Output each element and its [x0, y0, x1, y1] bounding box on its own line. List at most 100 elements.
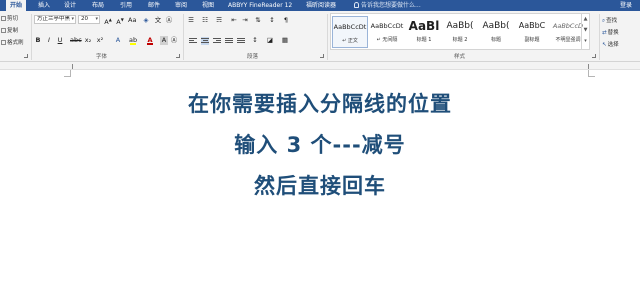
gallery-more-icon[interactable]: ▾ — [582, 36, 589, 47]
gallery-scroll[interactable]: ▲ ▼ ▾ — [581, 14, 589, 49]
copy-button[interactable]: 复制 — [1, 26, 18, 34]
font-dialog-launcher[interactable] — [176, 54, 180, 58]
character-shading-button[interactable]: A — [160, 36, 168, 45]
chinese-layout-button[interactable]: ⇅ — [254, 16, 262, 25]
paragraph-group-label: 段落 — [247, 54, 259, 60]
tab-foxit[interactable]: 福昕阅读器 — [304, 0, 338, 11]
text-effects-button[interactable]: A — [114, 36, 122, 45]
align-left-button[interactable] — [189, 37, 197, 45]
cut-label: 剪切 — [7, 16, 19, 22]
style-no-spacing-sample: AaBbCcDt — [370, 22, 404, 30]
find-button[interactable]: ⌕查找 — [602, 16, 617, 25]
align-center-button[interactable] — [201, 37, 209, 45]
styles-gallery: AaBbCcDt ↵ 正文 AaBbCcDt ↵ 无间隔 AaBl 标题 1 A… — [330, 13, 590, 50]
highlight-button[interactable]: ab — [129, 36, 137, 45]
superscript-button[interactable]: x² — [96, 36, 104, 45]
gallery-up-icon[interactable]: ▲ — [582, 14, 589, 25]
ruler-right-margin[interactable] — [588, 64, 589, 69]
style-heading-2[interactable]: AaBb( 标题 2 — [442, 16, 478, 48]
gallery-down-icon[interactable]: ▼ — [582, 25, 589, 36]
group-divider — [31, 14, 32, 60]
word-window: 开始 插入 设计 布局 引用 邮件 审阅 视图 ABBYY FineReader… — [0, 0, 640, 287]
paragraph-shading-button[interactable]: ◪ — [266, 36, 274, 45]
character-border-button[interactable]: Ⓐ — [170, 36, 178, 45]
sort-button[interactable]: ↕ — [268, 16, 276, 25]
group-divider — [183, 14, 184, 60]
group-divider — [327, 14, 328, 60]
document-line-3: 然后直接回车 — [254, 174, 386, 198]
tab-home[interactable]: 开始 — [6, 0, 27, 11]
clear-formatting-icon[interactable]: ◈ — [142, 16, 150, 25]
group-divider — [599, 14, 600, 60]
ruler-left-margin[interactable] — [72, 64, 73, 69]
replace-button[interactable]: ⇄替换 — [602, 28, 619, 36]
font-color-button[interactable]: A — [146, 36, 154, 45]
multilevel-list-button[interactable]: ☴ — [215, 16, 223, 25]
brush-icon — [1, 40, 6, 45]
show-marks-button[interactable]: ¶ — [282, 16, 290, 25]
clipboard-dialog-launcher[interactable] — [24, 54, 28, 58]
style-subtitle-name: 副标题 — [524, 37, 540, 43]
change-case-button[interactable]: Aa — [128, 16, 136, 25]
distributed-button[interactable] — [237, 37, 245, 45]
cut-button[interactable]: 剪切 — [1, 14, 18, 22]
line-spacing-button[interactable]: ↕ — [251, 36, 259, 45]
tab-insert[interactable]: 插入 — [36, 0, 52, 11]
underline-button[interactable]: U — [56, 36, 64, 45]
login-link[interactable]: 登录 — [618, 0, 634, 11]
styles-group-label: 样式 — [454, 54, 466, 60]
scissors-icon — [1, 16, 6, 21]
borders-button[interactable]: ▦ — [281, 36, 289, 45]
select-button[interactable]: ↖选择 — [602, 40, 619, 48]
style-heading-1[interactable]: AaBl 标题 1 — [406, 16, 442, 48]
phonetic-guide-button[interactable]: 文 — [154, 16, 162, 25]
document-page[interactable]: 在你需要插入分隔线的位置 输入 3 个---减号 然后直接回车 — [0, 70, 640, 287]
find-label: 查找 — [606, 18, 618, 24]
justify-button[interactable] — [225, 37, 233, 45]
tell-me-text: 告诉我您想要做什么... — [361, 2, 421, 9]
style-subtitle[interactable]: AaBbC 副标题 — [514, 16, 550, 48]
italic-button[interactable]: I — [45, 36, 53, 45]
style-title[interactable]: AaBb( 标题 — [478, 16, 514, 48]
font-size-combo[interactable]: 20 ▾ — [78, 15, 100, 24]
paragraph-dialog-launcher[interactable] — [320, 54, 324, 58]
shrink-font-button[interactable]: A▼ — [116, 16, 124, 26]
margin-corner-left — [64, 70, 71, 77]
tab-abbyy[interactable]: ABBYY FineReader 12 — [226, 0, 294, 11]
strikethrough-button[interactable]: abc — [70, 36, 82, 45]
ribbon-home: 剪切 复制 格式刷 方正兰亭中黑 ▾ 20 ▾ A▲ A▼ Aa ◈ 文 Ⓐ B I… — [0, 11, 640, 62]
chevron-down-icon: ▾ — [95, 16, 98, 22]
numbering-button[interactable]: ☷ — [201, 16, 209, 25]
tell-me-search[interactable]: 告诉我您想要做什么... — [354, 0, 421, 11]
decrease-indent-button[interactable]: ⇤ — [230, 16, 238, 25]
tab-view[interactable]: 视图 — [200, 0, 216, 11]
replace-icon: ⇄ — [602, 30, 607, 36]
tab-references[interactable]: 引用 — [118, 0, 134, 11]
grow-font-button[interactable]: A▲ — [104, 16, 112, 26]
subscript-button[interactable]: x₂ — [84, 36, 92, 45]
styles-dialog-launcher[interactable] — [592, 54, 596, 58]
align-right-button[interactable] — [213, 37, 221, 45]
style-no-spacing[interactable]: AaBbCcDt ↵ 无间隔 — [369, 16, 405, 48]
font-name-value: 方正兰亭中黑 — [37, 16, 71, 22]
format-painter-button[interactable]: 格式刷 — [1, 38, 24, 46]
lightbulb-icon — [354, 2, 359, 8]
increase-indent-button[interactable]: ⇥ — [241, 16, 249, 25]
tab-layout[interactable]: 布局 — [90, 0, 106, 11]
font-name-combo[interactable]: 方正兰亭中黑 ▾ — [34, 15, 76, 24]
document-line-2: 输入 3 个---减号 — [234, 133, 406, 157]
tab-mailings[interactable]: 邮件 — [146, 0, 162, 11]
bold-button[interactable]: B — [34, 36, 42, 45]
style-title-sample: AaBb( — [482, 21, 510, 31]
highlight-color-bar — [130, 43, 136, 45]
enclose-characters-button[interactable]: Ⓐ — [165, 16, 173, 25]
style-normal-name: ↵ 正文 — [342, 38, 358, 44]
style-normal[interactable]: AaBbCcDt ↵ 正文 — [332, 16, 368, 48]
font-group-label: 字体 — [96, 54, 108, 60]
select-label: 选择 — [607, 42, 619, 48]
style-no-spacing-name: ↵ 无间隔 — [376, 37, 398, 43]
bullets-button[interactable]: ☰ — [187, 16, 195, 25]
cursor-icon: ↖ — [602, 42, 607, 48]
tab-review[interactable]: 审阅 — [173, 0, 189, 11]
tab-design[interactable]: 设计 — [62, 0, 78, 11]
